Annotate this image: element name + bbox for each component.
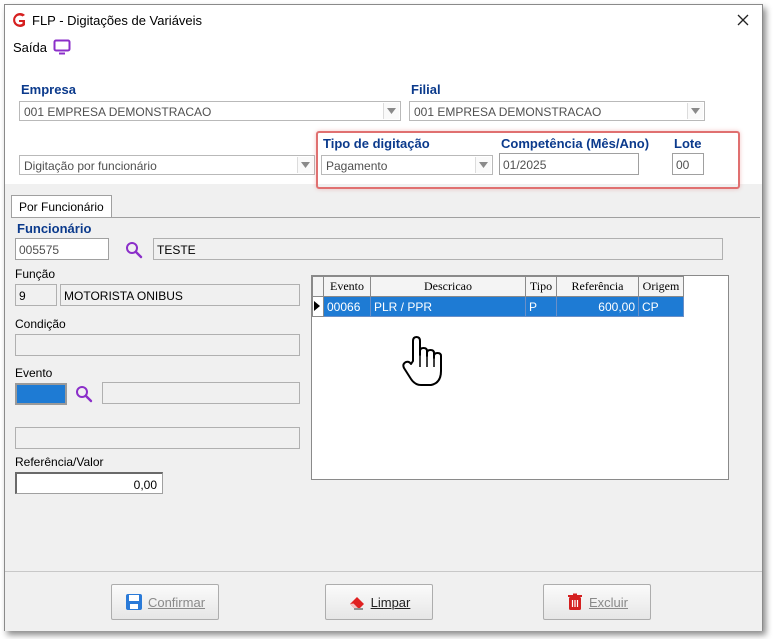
menu-bar: Saída: [5, 35, 762, 59]
cell-descricao: PLR / PPR: [370, 296, 526, 317]
funcionario-name-field: TESTE: [153, 238, 723, 260]
col-origem[interactable]: Origem: [638, 276, 684, 297]
col-evento[interactable]: Evento: [323, 276, 371, 297]
main-window: FLP - Digitações de Variáveis Saída Empr…: [4, 4, 763, 631]
referencia-input[interactable]: 0,00: [15, 472, 163, 494]
modo-digitacao-select[interactable]: Digitação por funcionário: [19, 155, 315, 175]
competencia-input[interactable]: 01/2025: [499, 153, 639, 175]
tab-por-funcionario[interactable]: Por Funcionário: [11, 195, 112, 219]
evento-extra-field: [15, 427, 300, 449]
chevron-down-icon: [383, 103, 399, 119]
search-icon[interactable]: [125, 241, 143, 259]
filial-label: Filial: [411, 82, 441, 97]
evento-code-input[interactable]: [15, 383, 67, 405]
funcionario-label: Funcionário: [17, 221, 92, 236]
funcao-label: Função: [15, 267, 56, 281]
modo-value: Digitação por funcionário: [24, 159, 157, 173]
chevron-down-icon: [475, 157, 491, 173]
cell-tipo: P: [525, 296, 557, 317]
grid-indicator-header: [312, 276, 324, 297]
col-referencia[interactable]: Referência: [556, 276, 639, 297]
excluir-button[interactable]: Excluir: [543, 584, 651, 620]
condicao-field: [15, 334, 300, 356]
limpar-button[interactable]: Limpar: [325, 584, 433, 620]
excluir-label: Excluir: [588, 594, 628, 610]
referencia-value: 0,00: [133, 478, 157, 492]
button-bar: Confirmar Limpar Excluir: [5, 571, 762, 631]
funcionario-code: 005575: [19, 243, 60, 257]
funcao-code: 9: [19, 289, 26, 303]
exit-label: Saída: [13, 39, 47, 55]
tipo-value: Pagamento: [326, 159, 388, 173]
empresa-select[interactable]: 001 EMPRESA DEMONSTRACAO: [19, 101, 401, 121]
exit-menu-item[interactable]: Saída: [13, 39, 71, 55]
filial-select[interactable]: 001 EMPRESA DEMONSTRACAO: [409, 101, 705, 121]
grid-header-row: Evento Descricao Tipo Referência Origem: [312, 276, 684, 297]
chevron-down-icon: [687, 103, 703, 119]
funcao-name-field: MOTORISTA ONIBUS: [60, 284, 300, 306]
tipo-label: Tipo de digitação: [323, 136, 430, 151]
evento-desc-field: [102, 382, 300, 404]
competencia-label: Competência (Mês/Ano): [501, 136, 650, 151]
trash-icon: [567, 593, 582, 610]
evento-label: Evento: [15, 366, 53, 380]
cell-origem: CP: [638, 296, 684, 317]
monitor-icon: [53, 39, 71, 55]
empresa-label: Empresa: [21, 82, 76, 97]
title-bar: FLP - Digitações de Variáveis: [5, 5, 762, 35]
window-title: FLP - Digitações de Variáveis: [32, 13, 203, 28]
tipo-digitacao-select[interactable]: Pagamento: [321, 155, 493, 175]
col-tipo[interactable]: Tipo: [525, 276, 557, 297]
table-row[interactable]: 00066 PLR / PPR P 600,00 CP: [312, 296, 684, 317]
close-icon[interactable]: [734, 11, 752, 29]
eraser-icon: [349, 597, 364, 610]
confirmar-label: Confirmar: [147, 594, 206, 610]
lote-input[interactable]: 00: [672, 153, 704, 175]
col-descricao[interactable]: Descricao: [370, 276, 526, 297]
chevron-down-icon: [297, 157, 313, 173]
app-logo-icon: [13, 13, 25, 27]
cell-evento: 00066: [323, 296, 371, 317]
floppy-disk-icon: [125, 594, 142, 610]
lote-value: 00: [676, 158, 690, 172]
funcao-code-field: 9: [15, 284, 57, 306]
referencia-label: Referência/Valor: [15, 455, 104, 469]
confirmar-button[interactable]: Confirmar: [111, 584, 219, 620]
hand-cursor-icon: [402, 336, 442, 386]
funcionario-code-input[interactable]: 005575: [15, 238, 109, 260]
lote-label: Lote: [674, 136, 702, 151]
competencia-value: 01/2025: [503, 158, 547, 172]
search-icon[interactable]: [75, 385, 93, 403]
empresa-value: 001 EMPRESA DEMONSTRACAO: [24, 105, 212, 119]
filial-value: 001 EMPRESA DEMONSTRACAO: [414, 105, 602, 119]
funcionario-name: TESTE: [157, 243, 196, 257]
cell-referencia: 600,00: [556, 296, 639, 317]
condicao-label: Condição: [15, 317, 66, 331]
eventos-grid: Evento Descricao Tipo Referência Origem …: [311, 275, 729, 480]
limpar-label: Limpar: [370, 594, 411, 610]
funcao-name: MOTORISTA ONIBUS: [64, 289, 183, 303]
row-indicator-icon: [312, 296, 324, 317]
